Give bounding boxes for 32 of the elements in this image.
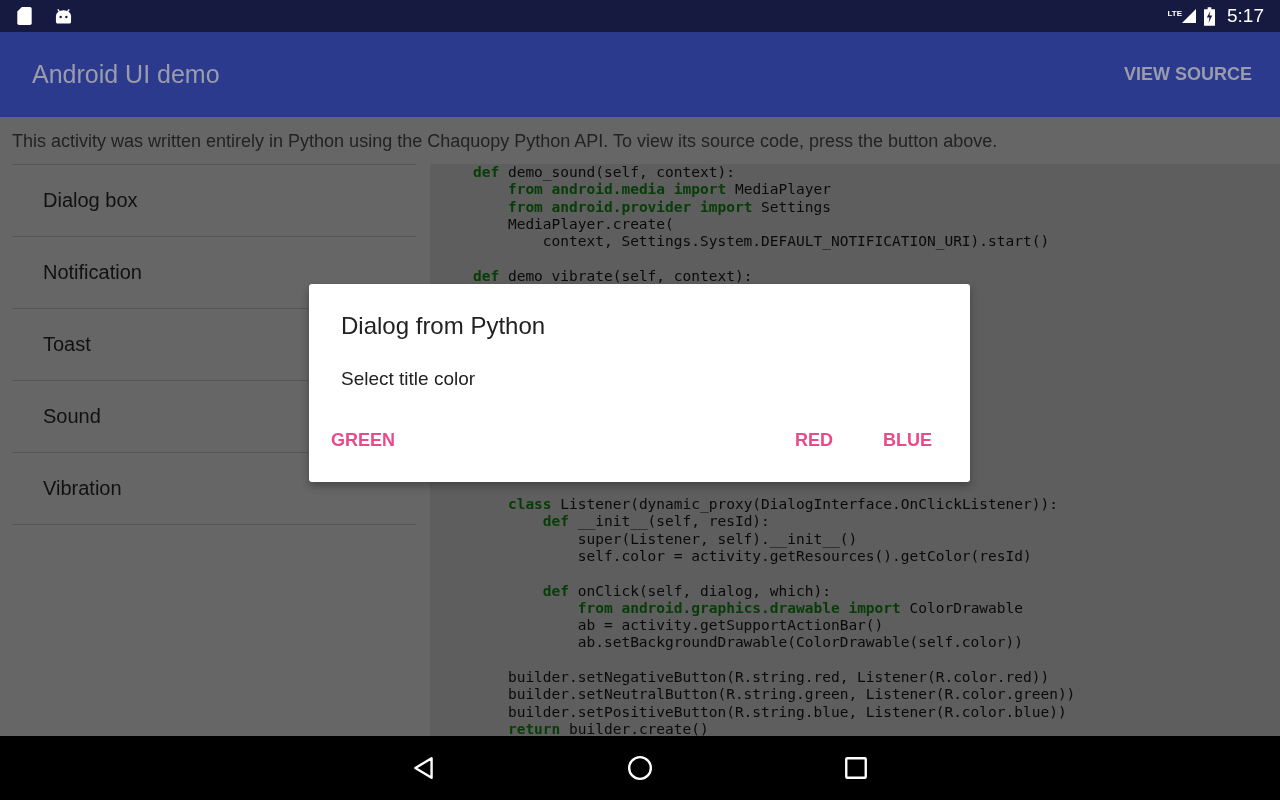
code-line: from android.graphics.drawable import ColorDrawable xyxy=(576,599,1024,618)
code-line: ab.setBackgroundDrawable(ColorDrawable(self.color)) xyxy=(576,634,1024,652)
signal-icon xyxy=(1182,9,1196,23)
code-line: from android.provider import Settings xyxy=(506,198,832,216)
recents-icon xyxy=(843,755,869,781)
code-line: def onClick(self, dialog, which): xyxy=(541,582,832,600)
code-line: super(Listener, self).__init__() xyxy=(576,530,859,548)
code-line: MediaPlayer.create( xyxy=(506,215,675,234)
code-line: builder.setNegativeButton(R.string.red, Listener(R.color.red)) xyxy=(506,669,1051,687)
code-line: class Listener(dynamic_proxy(DialogInterface.OnClickListener)): xyxy=(506,496,1059,514)
code-line: def demo_vibrate(self, context): xyxy=(473,267,754,286)
home-icon xyxy=(627,755,653,781)
code-line: self.color = activity.getResources().getColor(resId) xyxy=(576,547,1033,566)
app-title: Android UI demo xyxy=(32,60,220,89)
battery-icon xyxy=(1204,6,1215,26)
dialog-button[interactable]: RED xyxy=(785,422,843,459)
code-line: return builder.create() xyxy=(506,720,710,736)
code-line: from android.media import MediaPlayer xyxy=(506,181,832,199)
sd-card-icon xyxy=(16,7,33,25)
code-line: ab = activity.getSupportActionBar() xyxy=(576,617,885,635)
robot-icon xyxy=(55,7,72,25)
dialog-button[interactable]: BLUE xyxy=(873,422,942,459)
code-line: builder.setPositiveButton(R.string.blue, Listener(R.color.blue)) xyxy=(506,703,1068,721)
clock: 5:17 xyxy=(1227,5,1264,27)
network-type: LTE xyxy=(1167,9,1182,18)
view-source-button[interactable]: VIEW SOURCE xyxy=(1124,56,1252,93)
description: This activity was written entirely in Python using the Chaquopy Python API. To view its source code, press the button above. xyxy=(11,130,999,153)
code-line: builder.setNeutralButton(R.string.green, Listener(R.color.green)) xyxy=(506,686,1077,704)
code-line: def __init__(self, resId): xyxy=(541,513,771,531)
code-line: context, Settings.System.DEFAULT_NOTIFICATION_URI).start() xyxy=(541,233,1051,251)
demo-list-item[interactable]: Dialog box xyxy=(12,165,416,237)
code-line: def demo_sound(self, context): xyxy=(473,164,736,182)
